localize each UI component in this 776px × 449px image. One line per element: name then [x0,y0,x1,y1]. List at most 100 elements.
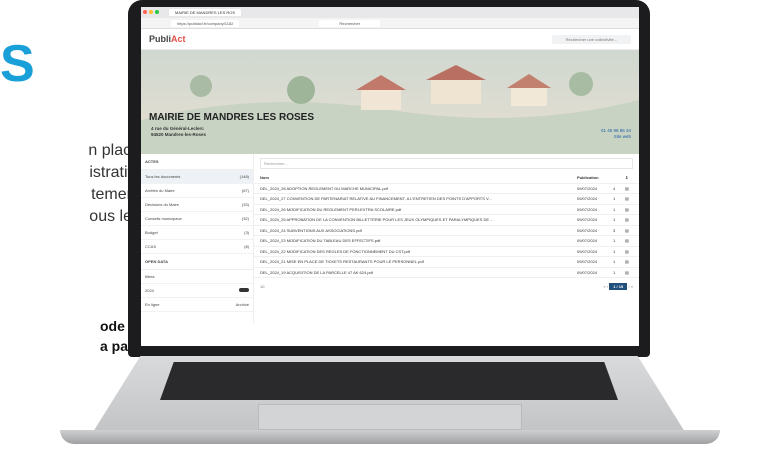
file-icon[interactable]: ▤ [625,217,633,222]
file-icon[interactable]: ▤ [625,249,633,254]
village-illustration [141,65,639,154]
sidebar-item-arretes[interactable]: Arrêtés du Maire (67) [141,184,253,198]
table-row[interactable]: DEL_2024_26 MODIFICATION DU REGLEMENT PE… [254,205,639,215]
logo-suffix: Act [171,34,186,44]
sidebar-item-label: Décisions du Maire [145,202,180,207]
document-count: 1 [613,206,616,212]
file-icon[interactable]: ▤ [625,238,633,243]
table-row[interactable]: DEL_2024_27 CONVENTION DE PARTENARIAT RE… [254,194,639,205]
main-area: ACTES Tous les documents (148) Arrêtés du… [141,154,639,324]
sidebar-item-label: Conseils municipaux [145,216,182,221]
document-date: 09/07/2024 [577,259,598,265]
file-icon[interactable]: ▤ [625,196,633,201]
document-name[interactable]: DEL_2024_19 ACQUISITION DE LA PARCELLE 4… [260,270,577,275]
sidebar-item-label: Budget [145,230,158,235]
document-count: 1 [613,217,616,223]
year-filter[interactable]: 2024 [141,284,253,298]
sidebar-item-label: Arrêtés du Maire [145,188,175,193]
download-icon[interactable]: ⇩ [625,175,633,180]
sidebar: ACTES Tous les documents (148) Arrêtés du… [141,154,254,324]
sidebar-item-count: (33) [241,202,249,207]
document-name[interactable]: DEL_2024_26 MODIFICATION DU REGLEMENT PE… [260,207,577,212]
file-icon[interactable]: ▤ [625,270,633,275]
browser-search[interactable]: Rechercher [319,19,381,27]
status-archived[interactable]: Archivé [236,302,249,307]
sidebar-item-budget[interactable]: Budget (3) [141,226,253,240]
file-icon[interactable]: ▤ [625,186,633,191]
document-date: 09/07/2024 [577,248,598,254]
status-filter: En ligne Archivé [141,298,253,312]
sidebar-item-ccas[interactable]: CCAS (8) [141,240,253,254]
document-name[interactable]: DEL_2024_24 SUBVENTIONS AUX ASSOCIATIONS… [260,228,577,233]
document-name[interactable]: DEL_2024_23 MODIFICATION DU TABLEAU DES … [260,238,577,243]
file-icon[interactable]: ▤ [625,228,633,233]
sidebar-item-count: (67) [241,188,249,193]
document-count: 1 [613,269,616,275]
laptop-front-edge [60,430,720,444]
sidebar-item-label: Tous les documents [145,174,181,179]
table-row[interactable]: DEL_2024_25 APPROBATION DE LA CONVENTION… [254,215,639,226]
filters-heading: filtres [141,270,253,284]
window-controls[interactable] [141,10,159,15]
section-open-data[interactable]: OPEN DATA [141,254,253,270]
table-row[interactable]: DEL_2024_24 SUBVENTIONS AUX ASSOCIATIONS… [254,226,639,236]
marketing-big-letter: S [0,35,35,93]
section-actes: ACTES [141,154,253,170]
document-count: 3 [613,227,616,233]
address-line: 94520 Mandres-les-Roses [151,132,207,137]
current-page: 1 / 15 [609,283,628,290]
document-date: 09/07/2024 [577,217,598,223]
table-row[interactable]: DEL_2024_22 MODIFICATION DES REGLES DE F… [254,247,639,257]
sidebar-item-count: (3) [244,230,249,235]
document-date: 09/07/2024 [577,227,598,233]
document-name[interactable]: DEL_2024_22 MODIFICATION DES REGLES DE F… [260,249,577,254]
app-logo[interactable]: PubliAct [149,34,186,44]
document-count: 4 [613,185,616,191]
column-header-name[interactable]: Nom [260,175,577,180]
page-title: MAIRIE DE MANDRES LES ROSES [149,112,315,123]
page-size-select[interactable]: 10 [260,284,264,289]
address-bar[interactable]: https://publiact.fr/company/1182 [171,19,240,27]
document-name[interactable]: DEL_2024_28 ADOPTION REGLEMENT DU MARCHE… [260,186,577,191]
document-name[interactable]: DEL_2024_27 CONVENTION DE PARTENARIAT RE… [260,196,577,201]
document-name[interactable]: DEL_2024_25 APPROBATION DE LA CONVENTION… [260,217,577,222]
logo-prefix: Publi [149,34,171,44]
document-name[interactable]: DEL_2024_21 MISE EN PLACE DE TICKETS RES… [260,259,577,264]
sidebar-item-decisions[interactable]: Décisions du Maire (33) [141,198,253,212]
document-date: 09/07/2024 [577,238,598,244]
document-search-input[interactable]: Rechercher... [260,158,633,169]
sidebar-item-count: (8) [244,244,249,249]
document-count: 1 [613,238,616,244]
document-count: 1 [613,196,616,202]
table-row[interactable]: DEL_2024_28 ADOPTION REGLEMENT DU MARCHE… [254,184,639,194]
document-list: Rechercher... Nom Publication ⇩ DEL_2024_2… [254,154,639,324]
status-online[interactable]: En ligne [145,302,159,307]
sidebar-item-conseils[interactable]: Conseils municipaux (32) [141,212,253,226]
table-row[interactable]: DEL_2024_23 MODIFICATION DU TABLEAU DES … [254,236,639,247]
collectivity-search-input[interactable]: Rechercher une collectivité... [551,34,631,44]
file-icon[interactable]: ▤ [625,259,633,264]
table-row[interactable]: DEL_2024_19 ACQUISITION DE LA PARCELLE 4… [254,268,639,278]
table-row[interactable]: DEL_2024_21 MISE EN PLACE DE TICKETS RES… [254,257,639,268]
document-date: 09/07/2024 [577,185,598,191]
year-label: 2024 [145,288,154,293]
laptop-screen: MAIRIE DE MANDRES LES ROS https://publia… [141,7,639,346]
sidebar-item-all[interactable]: Tous les documents (148) [141,170,253,184]
page-indicator: « ‹ 1 / 15 › » [603,283,633,290]
year-toggle[interactable] [239,288,249,292]
contact-info: 01 45 98 86 34 Site web [601,128,631,140]
pagination: 10 « ‹ 1 / 15 › » [254,278,639,295]
browser-toolbar: https://publiact.fr/company/1182 Recherc… [141,18,639,29]
sidebar-item-count: (148) [239,174,249,179]
website-link[interactable]: Site web [601,134,631,140]
file-icon[interactable]: ▤ [625,207,633,212]
laptop-trackpad [258,404,522,430]
document-date: 09/07/2024 [577,196,598,202]
document-date: 09/07/2024 [577,206,598,212]
app-header: PubliAct Rechercher une collectivité... [141,29,639,50]
filters-label: filtres [145,274,155,279]
browser-tab[interactable]: MAIRIE DE MANDRES LES ROS [169,9,242,16]
document-count: 1 [613,259,616,265]
column-header-publication[interactable]: Publication [577,175,613,180]
document-count: 1 [613,248,616,254]
